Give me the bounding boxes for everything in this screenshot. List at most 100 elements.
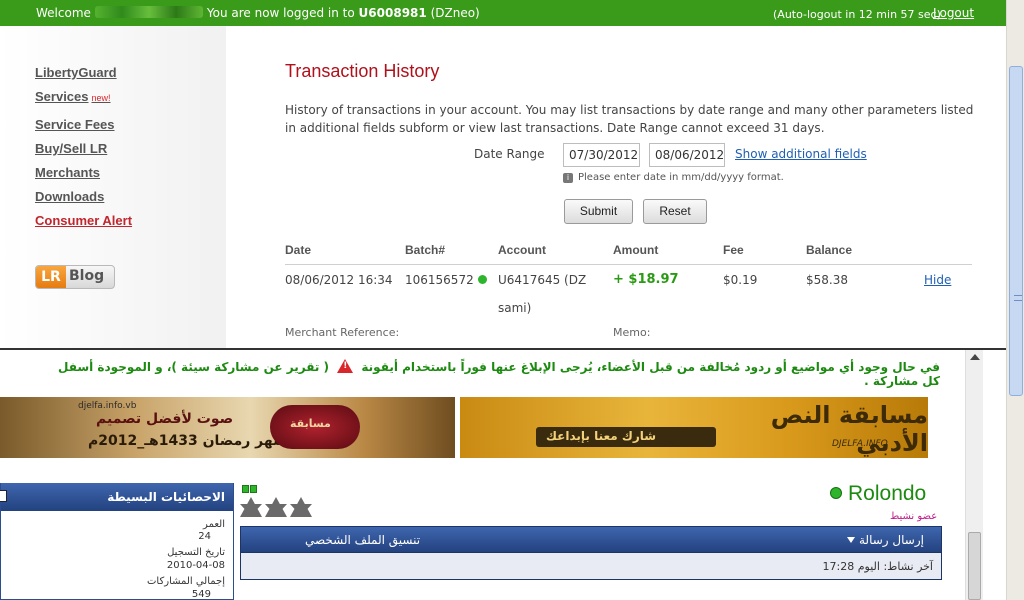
star-icon	[240, 497, 262, 517]
column-header-account: Account	[498, 243, 546, 257]
welcome-bar: Welcome You are now logged in to U6008981…	[0, 0, 1006, 26]
member-title: عضو نشيط	[890, 511, 938, 522]
column-header-amount: Amount	[613, 243, 659, 257]
online-status-icon	[830, 487, 842, 499]
literary-contest-banner[interactable]: مسابقة النص الأدبي شارك معنا بإبداعك DJE…	[460, 397, 928, 458]
logged-in-text: You are now logged in to	[206, 6, 355, 20]
row-account-continued: sami)	[498, 301, 532, 315]
browser-viewport: Welcome You are now logged in to U6008981…	[0, 0, 1024, 600]
scrollbar-thumb[interactable]	[1009, 66, 1023, 396]
status-icons	[242, 482, 258, 496]
lr-logo-icon: LR	[36, 266, 66, 288]
profile-username[interactable]: Rolondo	[830, 482, 926, 506]
sidebar-nav: LibertyGuard Services new! Service Fees B…	[0, 26, 226, 348]
sidebar-item-label: Services	[35, 89, 89, 104]
page-description: History of transactions in your account.…	[285, 103, 974, 135]
row-batch: 106156572	[405, 273, 487, 287]
blurred-username	[94, 6, 203, 18]
page-scrollbar[interactable]	[1006, 0, 1024, 600]
row-fee: $0.19	[723, 273, 758, 287]
forum-scrollbar-thumb[interactable]	[968, 532, 981, 600]
sidebar-item-merchants[interactable]: Merchants	[35, 165, 100, 180]
date-to-input[interactable]: 08/06/2012	[649, 143, 725, 167]
scroll-up-icon[interactable]	[970, 354, 980, 360]
column-header-fee: Fee	[723, 243, 744, 257]
registration-label: تاريخ التسجيل	[167, 547, 225, 558]
last-activity: آخر نشاط: اليوم 17:28	[822, 560, 933, 573]
date-format-hint: i Please enter date in mm/dd/yyyy format.	[563, 172, 784, 183]
logout-link[interactable]: Logout	[933, 6, 974, 20]
stats-title: الاحصائيات البسيطة	[107, 490, 225, 504]
posts-value: 549	[191, 589, 211, 600]
memo-label: Memo:	[613, 326, 651, 339]
profile-header-bar: إرسال رسالة تنسيق الملف الشخصي	[240, 526, 942, 553]
submit-button[interactable]: Submit	[564, 199, 633, 224]
profile-theme-link[interactable]: تنسيق الملف الشخصي	[305, 533, 420, 547]
autologout-timer: (Auto-logout in 12 min 57 sec)	[773, 8, 941, 21]
account-tag: (DZneo)	[430, 6, 480, 20]
sidebar-item-libertyguard[interactable]: LibertyGuard	[35, 65, 117, 80]
badge-label: مسابقة	[290, 417, 331, 430]
sidebar-item-service-fees[interactable]: Service Fees	[35, 117, 115, 132]
rank-stars	[240, 497, 315, 520]
report-notice: في حال وجود أي مواضيع أو ردود مُخالفة من…	[40, 359, 940, 388]
forum-scrollbar[interactable]	[965, 350, 983, 600]
show-additional-fields-link[interactable]: Show additional fields	[735, 147, 867, 161]
status-icon	[250, 485, 257, 493]
row-date: 08/06/2012 16:34	[285, 273, 393, 287]
reset-button[interactable]: Reset	[643, 199, 707, 224]
banner2-url: DJELFA.INFO	[832, 439, 888, 449]
username-text: Rolondo	[848, 482, 927, 505]
contest-badge: مسابقة	[270, 405, 360, 449]
banner-site-url: djelfa.info.vb	[78, 401, 137, 411]
info-icon: i	[563, 173, 573, 183]
banner2-bar: شارك معنا بإبداعك	[536, 427, 716, 447]
date-from-input[interactable]: 07/30/2012	[563, 143, 640, 167]
lr-blog-button[interactable]: LR Blog	[35, 265, 115, 289]
star-icon	[290, 497, 312, 517]
table-header-divider	[285, 264, 972, 265]
sidebar-item-buy-sell[interactable]: Buy/Sell LR	[35, 141, 107, 156]
stats-box: الاحصائيات البسيطة العمر 24 تاريخ التسجي…	[0, 483, 234, 600]
banner-headline: صوت لأفضل تصميم	[96, 411, 234, 427]
star-icon	[265, 497, 287, 517]
welcome-message: Welcome You are now logged in to U6008981…	[36, 6, 480, 20]
column-header-batch: Batch#	[405, 243, 446, 257]
hint-text: Please enter date in mm/dd/yyyy format.	[578, 172, 784, 183]
page-title: Transaction History	[285, 61, 440, 81]
sidebar-item-downloads[interactable]: Downloads	[35, 189, 104, 204]
batch-number: 106156572	[405, 273, 474, 287]
banner2-headline: مسابقة النص الأدبي	[770, 401, 928, 457]
sidebar-item-consumer-alert[interactable]: Consumer Alert	[35, 213, 132, 228]
row-amount: + $18.97	[613, 272, 679, 287]
row-account: U6417645 (DZ	[498, 273, 587, 287]
age-value: 24	[198, 531, 211, 542]
stats-header: الاحصائيات البسيطة	[0, 483, 233, 511]
posts-label: إجمالي المشاركات	[147, 576, 225, 587]
forum-frame: في حال وجود أي مواضيع أو ردود مُخالفة من…	[0, 350, 1006, 600]
hide-row-link[interactable]: Hide	[924, 273, 951, 287]
notice-text-1: في حال وجود أي مواضيع أو ردود مُخالفة من…	[361, 360, 940, 374]
row-balance: $58.38	[806, 273, 848, 287]
column-header-balance: Balance	[806, 243, 853, 257]
banner-date: لشهر رمضان 1433هـ_2012م	[88, 433, 293, 449]
age-label: العمر	[203, 519, 225, 530]
status-icon	[242, 485, 249, 493]
column-header-date: Date	[285, 243, 312, 257]
sidebar-item-services[interactable]: Services new!	[35, 89, 111, 104]
merchant-reference-label: Merchant Reference:	[285, 326, 400, 339]
profile-subbar: آخر نشاط: اليوم 17:28	[240, 553, 942, 580]
date-range-label: Date Range	[474, 147, 545, 161]
banner2-bar-text: شارك معنا بإبداعك	[546, 429, 657, 443]
blog-label: Blog	[69, 268, 105, 284]
status-dot-icon	[477, 275, 487, 284]
document-icon	[0, 490, 7, 502]
scrollbar-grip-icon	[1014, 295, 1022, 301]
warning-icon	[337, 359, 354, 373]
new-badge: new!	[91, 93, 111, 103]
account-id: U6008981	[358, 6, 427, 20]
send-message-dropdown[interactable]: إرسال رسالة	[847, 533, 924, 547]
registration-date: 2010-04-08	[166, 560, 225, 571]
welcome-label: Welcome	[36, 6, 91, 20]
design-contest-banner[interactable]: djelfa.info.vb صوت لأفضل تصميم لشهر رمضا…	[0, 397, 455, 458]
